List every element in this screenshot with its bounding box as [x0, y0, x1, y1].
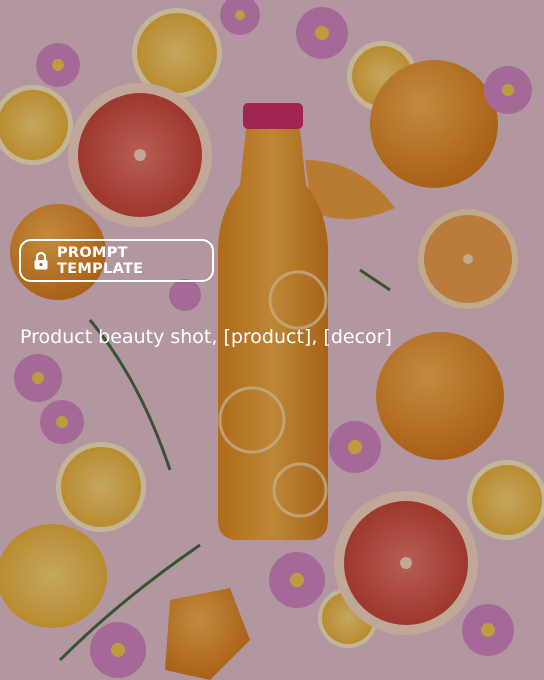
prompt-template-badge[interactable]: PROMPT TEMPLATE: [19, 239, 214, 282]
template-card[interactable]: PROMPT TEMPLATE Product beauty shot, [pr…: [0, 0, 544, 680]
badge-label: PROMPT TEMPLATE: [57, 244, 144, 277]
prompt-text: Product beauty shot, [product], [decor]: [20, 326, 392, 348]
lock-icon: [33, 251, 49, 270]
